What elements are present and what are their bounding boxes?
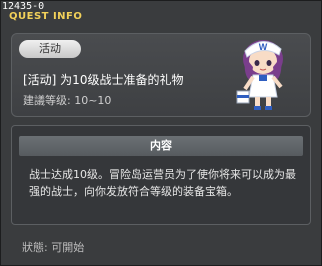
svg-text:W: W: [259, 42, 268, 52]
window-title: QUEST INFO: [9, 11, 83, 22]
quest-status: 狀態: 可開始: [22, 241, 85, 254]
quest-info-window: 12435-0 QUEST INFO 活动 [活动] 为10级战士准备的礼物 建…: [0, 0, 322, 266]
content-section-header: 内容: [19, 136, 303, 156]
quest-title: [活动] 为10级战士准备的礼物: [23, 73, 184, 87]
npc-character-icon: W: [236, 40, 283, 110]
quest-tag-badge: 活动: [19, 40, 81, 58]
quest-description: 战士达成10级。冒险岛运营员为了使你将来可以成为最强的战士，向你发放符合等级的装…: [29, 168, 296, 198]
quest-level-requirement: 建議等级: 10~10: [23, 94, 112, 107]
